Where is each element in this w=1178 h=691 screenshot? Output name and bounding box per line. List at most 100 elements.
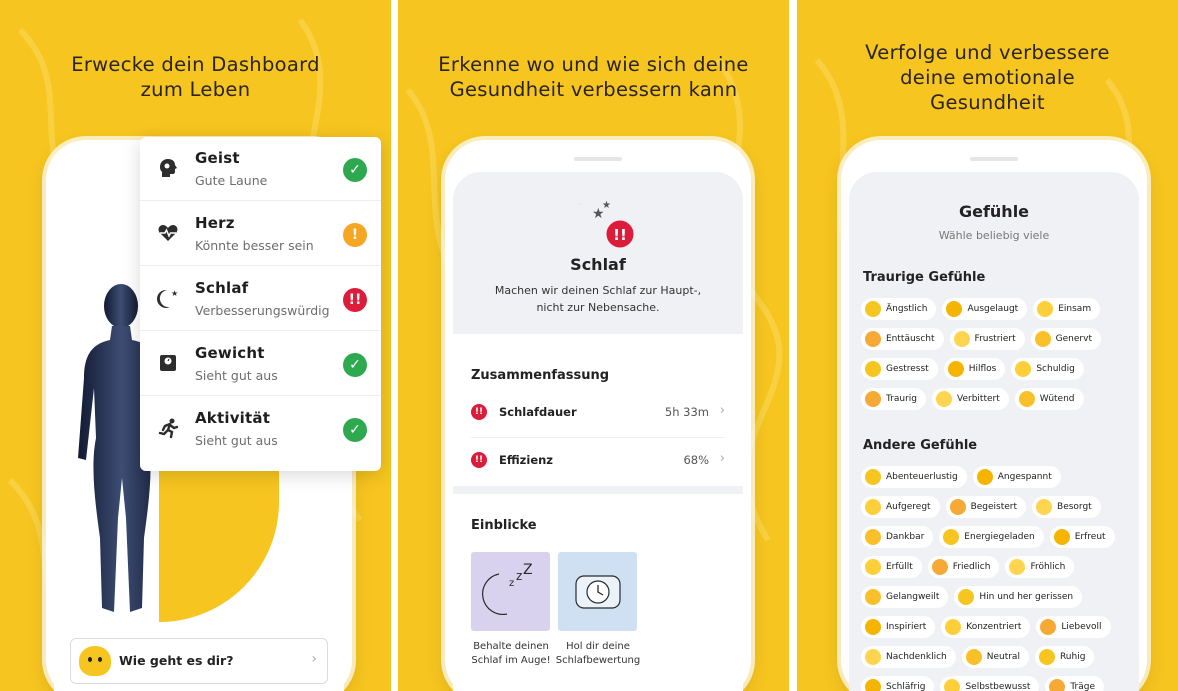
feeling-chip[interactable]: Dankbar	[861, 526, 934, 548]
row-gewicht[interactable]: Gewicht Sieht gut aus ✓	[140, 332, 381, 396]
moon-stars-icon: ★ ★ !!	[565, 200, 637, 251]
emoji-icon	[865, 589, 881, 605]
feeling-chip[interactable]: Fröhlich	[1005, 556, 1075, 578]
emoji-icon	[945, 619, 962, 635]
feeling-label: Schuldig	[1036, 364, 1075, 374]
feeling-label: Ausgelaugt	[967, 304, 1019, 314]
feeling-chip[interactable]: Neutral	[961, 646, 1029, 668]
screenshot-collage: Erwecke dein Dashboard zum Leben Lina Ge…	[0, 0, 1178, 691]
feeling-chip[interactable]: Ausgelaugt	[942, 298, 1028, 320]
emoji-icon	[949, 499, 966, 515]
feeling-chip[interactable]: Verbittert	[932, 388, 1009, 410]
headline: Erkenne wo und wie sich deine Gesundheit…	[438, 53, 749, 101]
feeling-label: Dankbar	[886, 532, 925, 542]
row-herz[interactable]: Herz Könnte besser sein !	[140, 202, 381, 266]
feeling-chip[interactable]: Ängstlich	[861, 298, 937, 320]
sad-feelings-chips: Ängstlich Ausgelaugt Einsam Enttäuscht Frust…	[861, 298, 1131, 410]
emoji-icon	[944, 679, 961, 691]
emoji-icon	[931, 559, 948, 575]
row-subtitle: Gute Laune	[195, 173, 268, 188]
feeling-chip[interactable]: Inspiriert	[861, 616, 936, 638]
feeling-chip[interactable]: Traurig	[861, 388, 927, 410]
emoji-icon	[1015, 361, 1032, 377]
mood-prompt-button[interactable]: Wie geht es dir? ›	[70, 638, 328, 684]
feeling-label: Traurig	[886, 394, 918, 404]
emoji-icon	[958, 589, 975, 605]
smiley-icon	[79, 646, 111, 676]
feeling-chip[interactable]: Gestresst	[861, 358, 938, 380]
feeling-label: Erfüllt	[886, 562, 913, 572]
feeling-label: Schläfrig	[886, 682, 926, 691]
sleep-description: Machen wir deinen Schlaf zur Haupt-, nic…	[494, 284, 702, 314]
feeling-label: Konzentriert	[966, 622, 1022, 632]
moon-icon: ★	[156, 287, 180, 311]
sleep-header: ★ ★ !! Schlaf Machen wir deinen Schlaf z…	[453, 172, 743, 334]
row-subtitle: Sieht gut aus	[195, 433, 278, 448]
warning-icon: !	[343, 223, 367, 247]
feelings-panel: Verfolge und verbessere deine emotionale…	[797, 0, 1178, 691]
feeling-chip[interactable]: Ruhig	[1034, 646, 1095, 668]
feeling-chip[interactable]: Einsam	[1033, 298, 1101, 320]
feeling-chip[interactable]: Nachdenklich	[861, 646, 956, 668]
feeling-label: Hin und her gerissen	[979, 592, 1074, 602]
feeling-chip[interactable]: Konzentriert	[941, 616, 1031, 638]
feeling-chip[interactable]: Energiegeladen	[939, 526, 1044, 548]
feeling-chip[interactable]: Gelangweilt	[861, 586, 949, 608]
row-title: Gewicht	[195, 344, 265, 362]
emoji-icon	[965, 649, 982, 665]
feeling-chip[interactable]: Enttäuscht	[861, 328, 944, 350]
headline: Verfolge und verbessere deine emotionale…	[865, 41, 1110, 114]
emoji-icon	[936, 391, 953, 407]
emoji-icon	[865, 649, 881, 665]
metric-row-effizienz[interactable]: !! Effizienz 68% ›	[471, 438, 725, 486]
feeling-chip[interactable]: Erfüllt	[861, 556, 922, 578]
row-title: Aktivität	[195, 409, 271, 427]
feeling-chip[interactable]: Selbstbewusst	[940, 676, 1040, 691]
emoji-icon	[865, 559, 881, 575]
row-geist[interactable]: Geist Gute Laune ✓	[140, 137, 381, 201]
metric-value: 68%	[683, 453, 709, 467]
feeling-chip[interactable]: Wütend	[1014, 388, 1084, 410]
metric-row-schlafdauer[interactable]: !! Schlafdauer 5h 33m ›	[471, 390, 725, 438]
insight-tile-track-sleep[interactable]: z z Z	[471, 552, 550, 631]
feeling-label: Aufgeregt	[886, 502, 931, 512]
emoji-icon	[1009, 559, 1026, 575]
emoji-icon	[947, 361, 964, 377]
feeling-chip[interactable]: Friedlich	[927, 556, 1000, 578]
phone-frame: Gefühle Wähle beliebig viele Traurige Ge…	[841, 140, 1147, 691]
feeling-chip[interactable]: Hin und her gerissen	[954, 586, 1083, 608]
feeling-chip[interactable]: Begeistert	[945, 496, 1027, 518]
alert-icon: !!	[471, 452, 487, 468]
feeling-chip[interactable]: Abenteuerlustig	[861, 466, 967, 488]
moon-zzz-icon: z z Z	[482, 562, 533, 615]
emoji-icon	[1040, 619, 1057, 635]
row-aktivitaet[interactable]: Aktivität Sieht gut aus ✓	[140, 397, 381, 461]
insights-title: Einblicke	[471, 518, 537, 533]
insight-caption: Hol dir deine Schlafbewertung	[555, 641, 641, 666]
feeling-chip[interactable]: Erfreut	[1049, 526, 1115, 548]
insight-tile-sleep-score[interactable]	[558, 552, 637, 631]
row-schlaf[interactable]: ★ Schlaf Verbesserungswürdig !!	[140, 267, 381, 331]
row-title: Schlaf	[195, 279, 249, 297]
dashboard-panel: Erwecke dein Dashboard zum Leben Lina Ge…	[0, 0, 391, 691]
feeling-chip[interactable]: Liebevoll	[1036, 616, 1111, 638]
feeling-label: Energiegeladen	[964, 532, 1035, 542]
feeling-chip[interactable]: Hilflos	[943, 358, 1006, 380]
feeling-chip[interactable]: Angespannt	[972, 466, 1061, 488]
feeling-chip[interactable]: Besorgt	[1032, 496, 1101, 518]
feeling-chip[interactable]: Schuldig	[1011, 358, 1084, 380]
other-feelings-chips: Abenteuerlustig Angespannt Aufgeregt Begeis…	[861, 466, 1131, 691]
speaker-notch	[574, 157, 622, 161]
feeling-chip[interactable]: Träge	[1045, 676, 1105, 691]
feeling-label: Besorgt	[1057, 502, 1092, 512]
head-icon	[156, 157, 180, 181]
feeling-chip[interactable]: Schläfrig	[861, 676, 935, 691]
summary-section: Zusammenfassung !! Schlafdauer 5h 33m › …	[453, 334, 743, 486]
feeling-chip[interactable]: Frustriert	[949, 328, 1025, 350]
feeling-chip[interactable]: Aufgeregt	[861, 496, 940, 518]
feeling-chip[interactable]: Genervt	[1030, 328, 1101, 350]
sleep-screen: ★ ★ !! Schlaf Machen wir deinen Schlaf z…	[453, 172, 743, 691]
feeling-label: Frustriert	[974, 334, 1016, 344]
row-subtitle: Verbesserungswürdig	[195, 303, 330, 318]
emoji-icon	[865, 361, 881, 377]
